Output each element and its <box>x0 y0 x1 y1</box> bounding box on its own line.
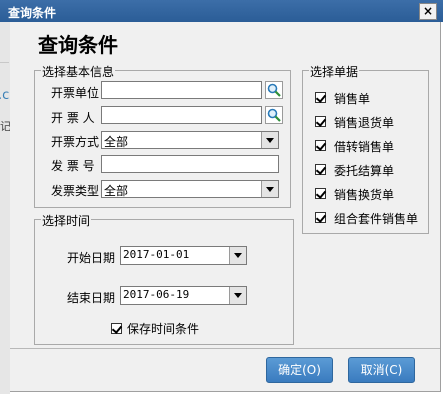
doc-label[interactable]: 销售换货单 <box>334 186 394 203</box>
basic-info-group: 选择基本信息 开票单位 开 票 人 开票方式 全部 发 票 号 发票类型 全部 <box>34 63 291 208</box>
background-divider <box>0 62 9 63</box>
checkmark-icon <box>315 212 327 223</box>
invoice-unit-input[interactable] <box>101 81 262 99</box>
doc-checkbox[interactable] <box>315 212 327 223</box>
checkmark-icon <box>315 92 327 103</box>
window-titlebar: 查询条件 × <box>0 0 443 22</box>
checkmark-icon <box>315 164 327 175</box>
issuer-search-button[interactable] <box>265 106 283 124</box>
doc-checkbox[interactable] <box>315 164 327 175</box>
doc-checkbox[interactable] <box>315 92 327 103</box>
end-date-label: 结束日期 <box>67 291 116 305</box>
doc-label[interactable]: 委托结算单 <box>334 162 394 179</box>
window-title: 查询条件 <box>8 6 57 20</box>
invoice-unit-search-button[interactable] <box>265 81 283 99</box>
chevron-down-icon[interactable] <box>229 247 246 264</box>
background-fragment: .c <box>0 88 10 103</box>
time-group: 选择时间 开始日期 2017-01-01 结束日期 2017-06-19 保存时… <box>34 212 294 345</box>
ok-button[interactable]: 确定(O) <box>266 357 333 383</box>
checkmark-icon <box>111 323 123 334</box>
search-icon <box>267 83 281 97</box>
checkmark-icon <box>315 116 327 127</box>
save-time-checkbox[interactable] <box>111 323 123 334</box>
save-time-label[interactable]: 保存时间条件 <box>127 320 199 337</box>
invoice-no-label: 发 票 号 <box>51 159 95 173</box>
end-date-picker[interactable]: 2017-06-19 <box>120 286 247 305</box>
invoice-method-value: 全部 <box>104 135 129 149</box>
checkmark-icon <box>315 140 327 151</box>
invoice-method-label: 开票方式 <box>51 135 100 149</box>
chevron-down-icon[interactable] <box>261 132 278 148</box>
background-window-edge: .c 记 <box>0 22 11 394</box>
doc-checkbox[interactable] <box>315 116 327 127</box>
invoice-type-select[interactable]: 全部 <box>101 180 279 198</box>
footer-divider <box>10 348 440 349</box>
invoice-no-input[interactable] <box>101 155 279 173</box>
cancel-button[interactable]: 取消(C) <box>348 357 415 383</box>
close-button[interactable]: × <box>419 3 437 20</box>
search-icon <box>267 108 281 122</box>
documents-group: 选择单据 销售单 销售退货单 借转销售单 委托结算单 销售换货单 组合套件销售单 <box>302 63 429 234</box>
doc-checkbox[interactable] <box>315 140 327 151</box>
invoice-method-select[interactable]: 全部 <box>101 131 279 149</box>
doc-label[interactable]: 借转销售单 <box>334 138 394 155</box>
checkmark-icon <box>315 188 327 199</box>
chevron-down-icon[interactable] <box>261 181 278 197</box>
dialog-heading: 查询条件 <box>38 33 118 57</box>
basic-info-legend: 选择基本信息 <box>41 63 116 80</box>
end-date-value: 2017-06-19 <box>123 288 190 301</box>
doc-label[interactable]: 销售退货单 <box>334 114 394 131</box>
doc-label[interactable]: 销售单 <box>334 90 370 107</box>
doc-label[interactable]: 组合套件销售单 <box>334 210 418 227</box>
issuer-label: 开 票 人 <box>51 111 95 125</box>
start-date-label: 开始日期 <box>67 251 116 265</box>
invoice-type-label: 发票类型 <box>51 184 100 198</box>
invoice-type-value: 全部 <box>104 184 129 198</box>
start-date-value: 2017-01-01 <box>123 248 190 261</box>
query-dialog: 查询条件 选择基本信息 开票单位 开 票 人 开票方式 全部 发 票 号 发票类… <box>10 22 441 392</box>
issuer-input[interactable] <box>101 106 262 124</box>
documents-legend: 选择单据 <box>309 63 360 80</box>
chevron-down-icon[interactable] <box>229 287 246 304</box>
time-legend: 选择时间 <box>41 212 92 229</box>
doc-checkbox[interactable] <box>315 188 327 199</box>
invoice-unit-label: 开票单位 <box>51 86 100 100</box>
start-date-picker[interactable]: 2017-01-01 <box>120 246 247 265</box>
